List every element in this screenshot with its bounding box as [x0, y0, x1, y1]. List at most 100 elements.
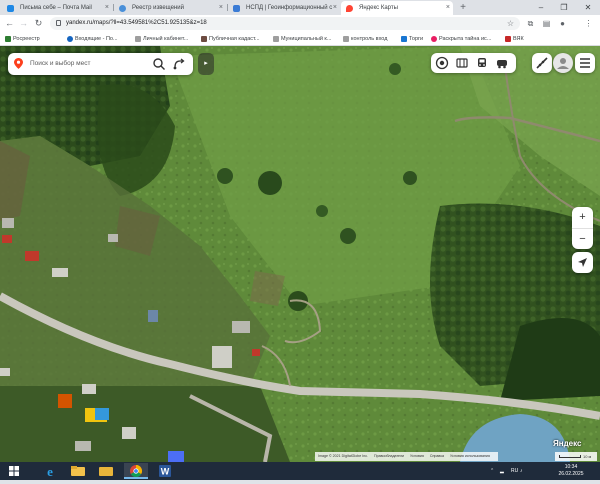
map-search-box[interactable]: Поиск и выбор мест [8, 53, 193, 75]
search-placeholder[interactable]: Поиск и выбор мест [30, 53, 90, 75]
taskbar-chrome[interactable] [124, 463, 148, 479]
rights-holders-link[interactable]: Правообладатели [374, 454, 404, 458]
language-indicator[interactable]: RU [511, 462, 518, 480]
bookmark-label: контроль вход [351, 36, 388, 42]
chrome-icon [130, 465, 143, 478]
bookmark-inbox[interactable]: Входящие - По... [66, 32, 130, 46]
network-icon[interactable]: ▂ [500, 462, 504, 480]
route-icon[interactable] [172, 57, 186, 71]
bookmark-torgi[interactable]: Торги [400, 32, 428, 46]
bookmark-label: ВЯК [513, 36, 524, 42]
profile-avatar-icon[interactable]: ● [556, 17, 569, 30]
forward-icon[interactable]: → [17, 17, 30, 30]
tab-nspd[interactable]: НСПД | Геоинформационный с × [228, 1, 340, 15]
tab-yandex-maps-title: Яндекс Карты [359, 5, 398, 11]
copyright-text: Image © 2021 DigitalGlobe Inc. [318, 454, 368, 458]
tray-chevron-icon[interactable]: ⌃ [490, 462, 494, 480]
house-roof [252, 349, 260, 356]
bookmark-control[interactable]: контроль вход [342, 32, 398, 46]
map-scale: 10 м [555, 452, 597, 461]
my-location-button[interactable] [572, 252, 593, 273]
yandex-maps-favicon-icon [346, 5, 353, 12]
close-tab-icon[interactable]: × [105, 1, 109, 15]
menu-button[interactable] [575, 53, 595, 73]
internet-explorer-icon: e [47, 464, 53, 479]
start-button[interactable] [2, 463, 26, 479]
bookmark-secret[interactable]: Раскрыта тайна ис... [430, 32, 500, 46]
address-bar[interactable]: yandex.ru/maps/?ll=43.549581%2C51.925135… [50, 17, 520, 30]
taskbar-explorer[interactable] [66, 463, 90, 479]
profile-button[interactable] [553, 53, 573, 73]
minimize-icon[interactable]: – [530, 0, 552, 15]
tab-registry-title: Реестр извещений [132, 5, 184, 11]
house-roof [168, 451, 184, 462]
search-icon[interactable] [152, 57, 166, 71]
house-roof [82, 384, 96, 394]
bookmark-label: Муниципальный к... [281, 36, 332, 42]
panorama-icon[interactable] [455, 56, 469, 70]
url-text[interactable]: yandex.ru/maps/?ll=43.549581%2C51.925135… [66, 17, 207, 30]
clock-time: 10:34 [564, 464, 578, 470]
rosreestr-icon [5, 36, 11, 42]
svg-text:e: e [47, 464, 53, 479]
tree [217, 168, 233, 184]
taskbar-clock[interactable]: 10:34 26.02.2025 [552, 464, 590, 478]
tree [389, 63, 401, 75]
page-icon [343, 36, 349, 42]
volume-icon[interactable]: ♪ [520, 462, 523, 480]
yandex-logo: Яндекс [553, 439, 582, 448]
usage-terms-link[interactable]: Условия использования [450, 454, 490, 458]
tree [403, 171, 417, 185]
menu-dots-icon[interactable]: ⋮ [582, 17, 595, 30]
close-tab-icon[interactable]: × [219, 1, 223, 15]
taskbar-yellow-folder[interactable] [94, 463, 118, 479]
bookmark-cadastral[interactable]: Публичная кадаст... [200, 32, 268, 46]
ruler-button[interactable] [532, 53, 552, 73]
zoom-in-button[interactable]: + [572, 207, 593, 228]
nspd-favicon-icon [233, 5, 240, 12]
windows-logo-icon [9, 466, 19, 476]
tree [340, 228, 356, 244]
satellite-map[interactable] [0, 46, 600, 462]
bookmark-star-icon[interactable]: ☆ [507, 17, 514, 30]
traffic-icon[interactable] [495, 56, 509, 70]
torgi-icon [401, 36, 407, 42]
ruler-icon [536, 57, 548, 69]
mail-icon [67, 36, 73, 42]
bookmarks-bar: Росреестр Входящие - По... Личный кабине… [0, 32, 600, 46]
tab-mail[interactable]: Письма себе – Почта Mail × [2, 1, 112, 15]
tab-yandex-maps[interactable]: Яндекс Карты × [341, 1, 453, 15]
restore-icon[interactable]: ❐ [553, 0, 575, 15]
taskbar-ie[interactable]: e [38, 463, 62, 479]
taskbar-word[interactable]: W [153, 463, 177, 479]
bookmark-cabinet[interactable]: Личный кабинет... [134, 32, 196, 46]
chevron-right-icon: ▸ [204, 60, 208, 67]
terms-link[interactable]: Условия [410, 454, 424, 458]
house-roof [2, 235, 12, 243]
extensions-icon[interactable]: ⧉ [524, 17, 537, 30]
reload-icon[interactable]: ↻ [32, 17, 45, 30]
bookmark-label: Торги [409, 36, 424, 42]
map-attribution: Image © 2021 DigitalGlobe Inc. Правообла… [315, 452, 498, 461]
lock-icon [56, 20, 61, 26]
layers-icon[interactable] [435, 56, 449, 70]
close-tab-icon[interactable]: × [446, 1, 450, 15]
house-roof [75, 441, 91, 451]
house-roof [95, 408, 109, 420]
collapse-panel-button[interactable]: ▸ [198, 53, 214, 75]
zoom-out-button[interactable]: − [572, 228, 593, 249]
reading-list-icon[interactable]: ▤ [540, 17, 553, 30]
tree [258, 171, 282, 195]
bookmark-vyak[interactable]: ВЯК [504, 32, 534, 46]
new-tab-button[interactable]: + [456, 1, 470, 14]
map-icon [201, 36, 207, 42]
tab-registry[interactable]: Реестр извещений × [114, 1, 226, 15]
close-tab-icon[interactable]: × [333, 1, 337, 15]
svg-text:W: W [161, 467, 170, 477]
back-icon[interactable]: ← [3, 17, 16, 30]
bookmark-rosreestr[interactable]: Росреестр [4, 32, 62, 46]
transport-icon[interactable] [475, 56, 489, 70]
help-link[interactable]: Справка [430, 454, 444, 458]
close-window-icon[interactable]: ✕ [577, 0, 599, 15]
bookmark-municipal[interactable]: Муниципальный к... [272, 32, 338, 46]
